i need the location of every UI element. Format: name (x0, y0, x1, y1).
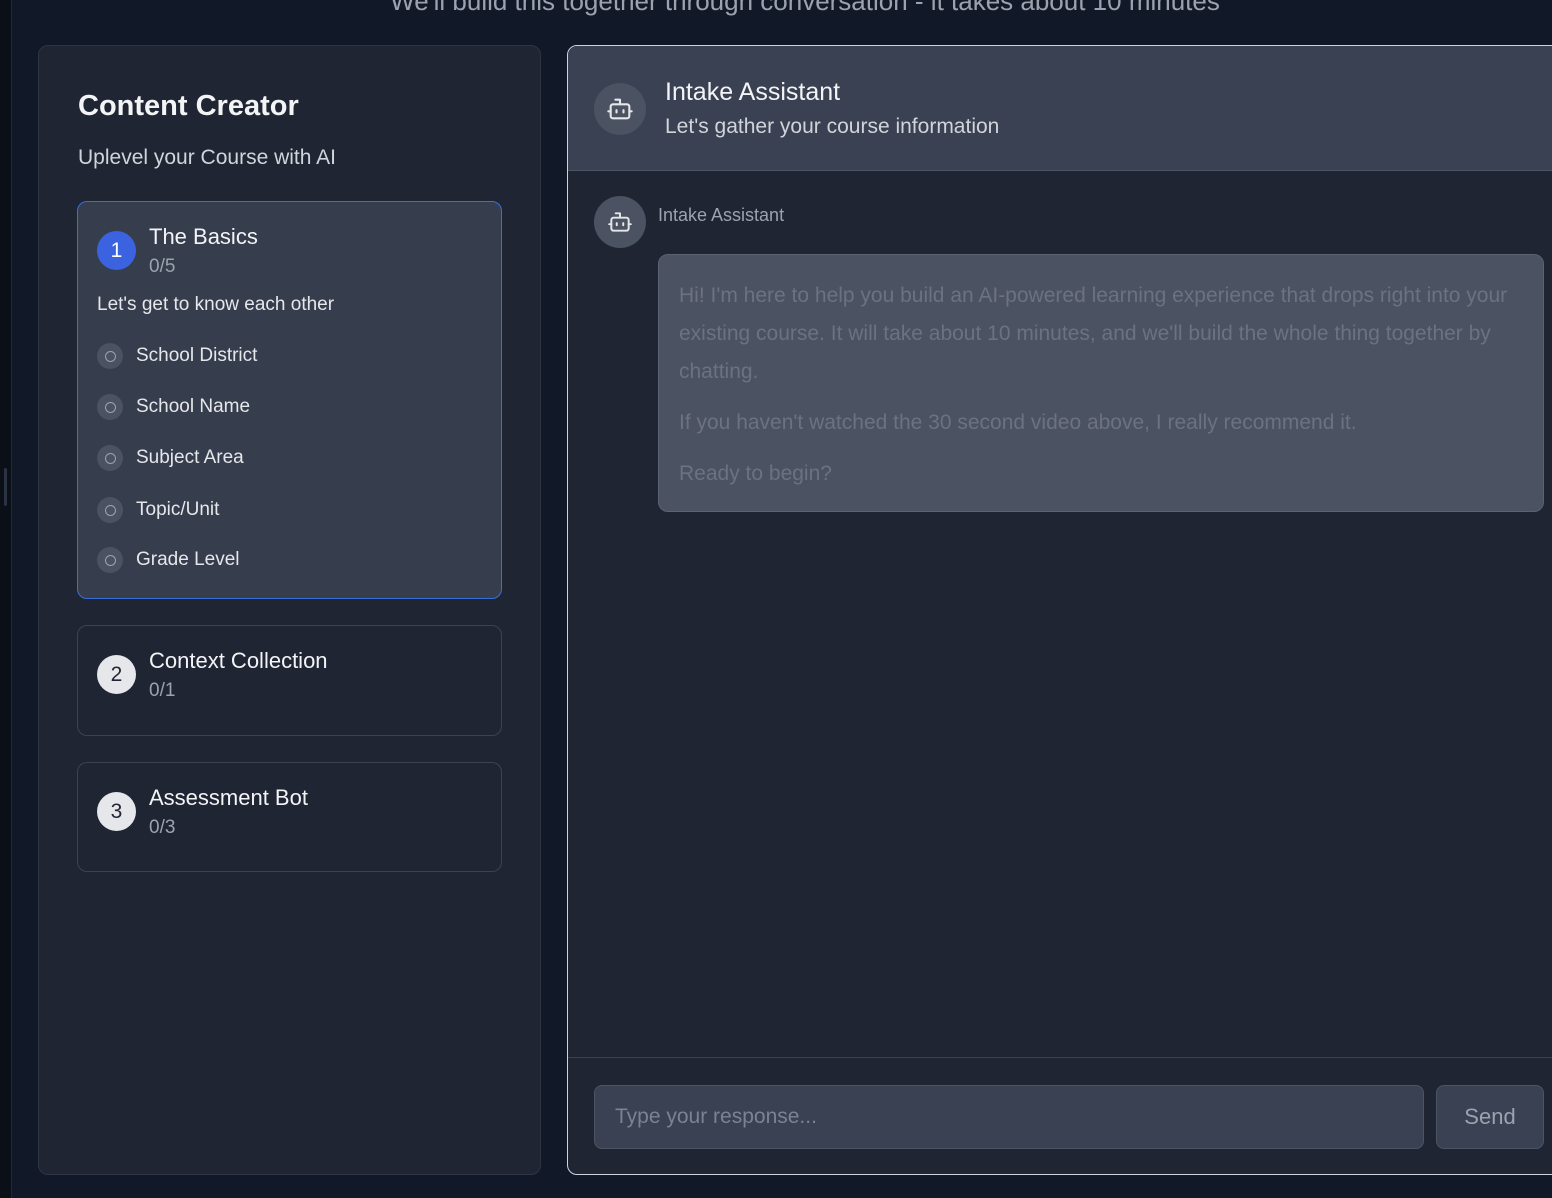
progress-sidebar: Content Creator Uplevel your Course with… (38, 45, 541, 1175)
sidebar-title: Content Creator (78, 90, 299, 122)
field-item-subject-area: Subject Area (97, 445, 244, 471)
unchecked-circle-icon (97, 547, 123, 573)
field-label: Topic/Unit (136, 499, 220, 520)
chat-subtitle: Let's gather your course information (665, 115, 1000, 138)
step-progress-count: 0/1 (149, 680, 176, 701)
send-button[interactable]: Send (1436, 1085, 1544, 1149)
unchecked-circle-icon (97, 497, 123, 523)
step-card-assessment-bot[interactable]: 3 Assessment Bot 0/3 (77, 762, 502, 872)
step-progress-count: 0/5 (149, 256, 176, 277)
unchecked-circle-icon (97, 394, 123, 420)
step-number-badge: 2 (97, 655, 136, 694)
message-paragraph: Hi! I'm here to help you build an AI-pow… (679, 284, 1508, 383)
field-item-topic-unit: Topic/Unit (97, 497, 219, 523)
field-label: Grade Level (136, 549, 240, 570)
step-title: Context Collection (149, 648, 328, 673)
step-description: Let's get to know each other (97, 294, 335, 315)
robot-icon (594, 83, 646, 135)
window-edge (0, 0, 12, 1198)
chat-header: Intake Assistant Let's gather your cours… (568, 46, 1552, 171)
field-label: Subject Area (136, 447, 244, 468)
field-label: School Name (136, 396, 251, 417)
step-number-badge: 1 (97, 231, 136, 270)
step-number-badge: 3 (97, 792, 136, 831)
field-label: School District (136, 345, 258, 366)
unchecked-circle-icon (97, 343, 123, 369)
step-card-context-collection[interactable]: 2 Context Collection 0/1 (77, 625, 502, 736)
step-title: Assessment Bot (149, 785, 308, 810)
chat-input-bar: Send (568, 1057, 1552, 1174)
step-progress-count: 0/3 (149, 817, 176, 838)
step-card-the-basics[interactable]: 1 The Basics 0/5 Let's get to know each … (77, 201, 502, 599)
message-paragraph: Ready to begin? (679, 462, 832, 485)
robot-icon (594, 196, 646, 248)
unchecked-circle-icon (97, 445, 123, 471)
sidebar-subtitle: Uplevel your Course with AI (78, 146, 336, 169)
field-item-school-name: School Name (97, 394, 250, 420)
step-title: The Basics (149, 224, 258, 249)
page-subtitle: We'll build this together through conver… (390, 0, 1220, 16)
field-item-grade-level: Grade Level (97, 547, 240, 573)
field-item-school-district: School District (97, 343, 257, 369)
chat-response-input[interactable] (594, 1085, 1424, 1149)
chat-panel: Intake Assistant Let's gather your cours… (567, 45, 1552, 1175)
assistant-message-bubble: Hi! I'm here to help you build an AI-pow… (658, 254, 1544, 512)
message-sender: Intake Assistant (658, 205, 785, 225)
message-paragraph: If you haven't watched the 30 second vid… (679, 411, 1357, 434)
resize-handle[interactable] (4, 468, 7, 506)
chat-title: Intake Assistant (665, 78, 841, 106)
